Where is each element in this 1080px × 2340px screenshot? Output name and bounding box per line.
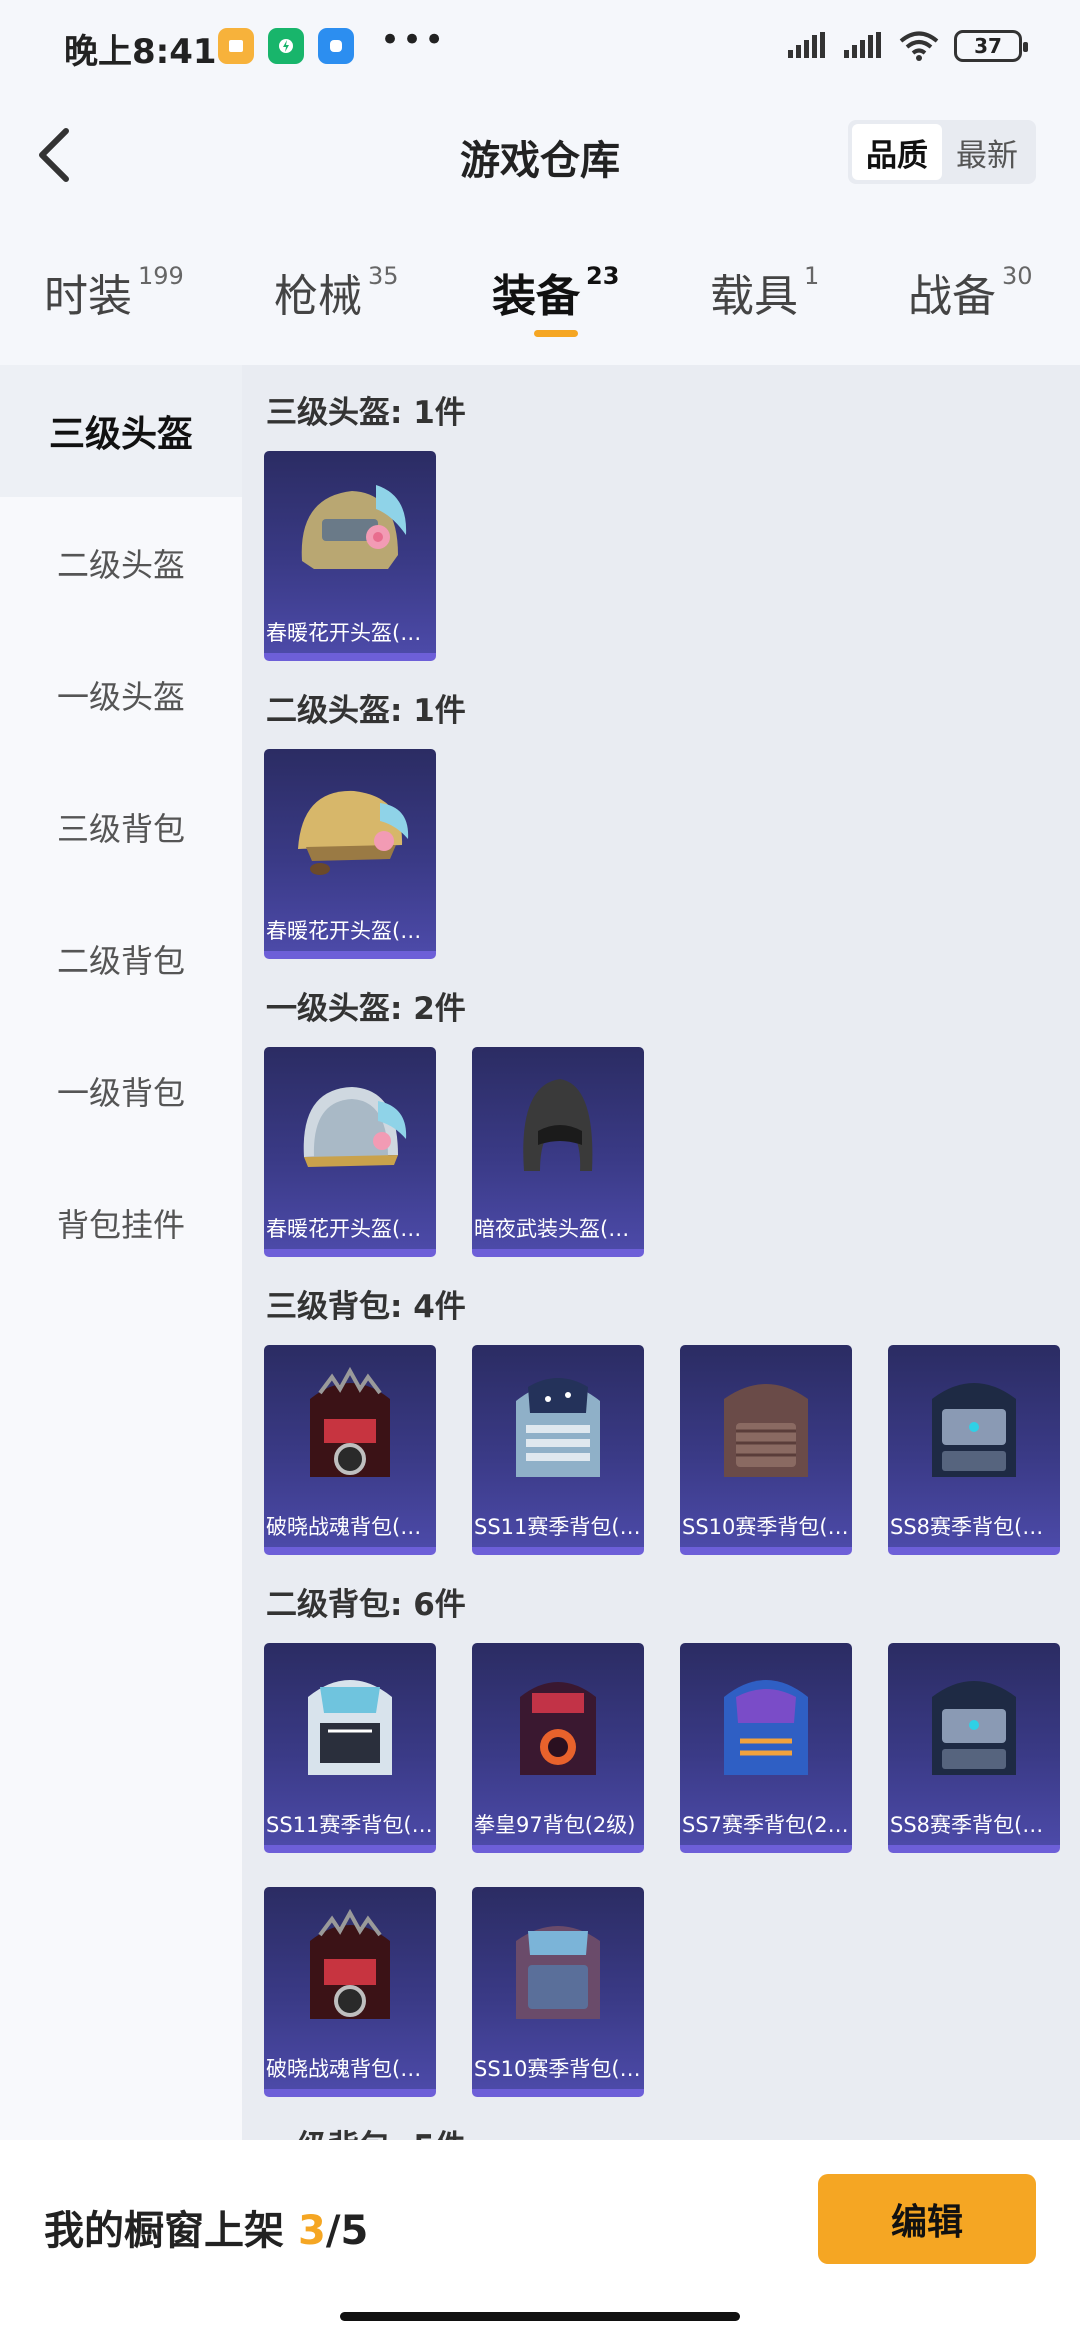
sidebar-item-backpack-1[interactable]: 一级背包 (0, 1025, 242, 1157)
item-name: 春暖花开头盔(… (266, 1217, 422, 1241)
sidebar-item-helmet-3[interactable]: 三级头盔 (0, 365, 242, 497)
sidebar-item-helmet-1[interactable]: 一级头盔 (0, 629, 242, 761)
item-card[interactable]: 拳皇97背包(2级) (472, 1643, 644, 1853)
backpack-icon (516, 1926, 600, 2019)
tab-fashion[interactable]: 时装 199 (44, 260, 184, 324)
item-card[interactable]: 破晓战魂背包(… (264, 1887, 436, 2097)
item-name: 春暖花开头盔(… (266, 621, 422, 645)
item-card[interactable]: SS8赛季背包(… (888, 1345, 1060, 1555)
backpack-icon (724, 1680, 808, 1775)
showcase-status: 我的橱窗上架 3 /5 (44, 2198, 368, 2256)
sort-quality-option[interactable]: 品质 (852, 124, 942, 180)
item-name: SS7赛季背包(2… (682, 1813, 849, 1837)
item-card[interactable]: SS10赛季背包(… (680, 1345, 852, 1555)
item-name: 破晓战魂背包(… (266, 1515, 422, 1539)
section-title: 三级头盔: 1件 (266, 395, 466, 431)
inventory-content: 三级头盔: 1件 春暖花开头盔(… 二级头盔: 1件 春暖花开头盔(… 一级头盔… (242, 365, 1080, 2140)
section-title: 二级背包: 6件 (266, 1587, 466, 1623)
tab-label: 载具 (710, 271, 798, 322)
showcase-current-count: 3 (298, 2208, 326, 2254)
showcase-total-count: /5 (325, 2208, 369, 2254)
sidebar: 三级头盔 二级头盔 一级头盔 三级背包 二级背包 一级背包 背包挂件 (0, 365, 242, 2140)
edit-button[interactable]: 编辑 (818, 2174, 1036, 2264)
tab-count: 23 (586, 262, 620, 290)
backpack-icon (520, 1682, 596, 1775)
tab-supplies[interactable]: 战备 30 (908, 260, 1033, 324)
backpack-icon (932, 1681, 1016, 1775)
tab-equipment[interactable]: 装备 23 (492, 260, 619, 324)
category-tabs: 时装 199 枪械 35 装备 23 载具 1 战备 30 (0, 220, 1080, 365)
tab-vehicles[interactable]: 载具 1 (710, 260, 819, 324)
item-name: SS10赛季背包(… (682, 1515, 849, 1539)
item-card[interactable]: SS11赛季背包(… (264, 1643, 436, 1853)
bottom-bar: 我的橱窗上架 3 /5 编辑 (0, 2140, 1080, 2340)
tab-count: 1 (804, 262, 820, 290)
item-name: SS10赛季背包(… (474, 2057, 641, 2081)
sidebar-item-backpack-pendant[interactable]: 背包挂件 (0, 1157, 242, 1289)
section-title: 二级头盔: 1件 (266, 693, 466, 729)
wifi-icon (899, 31, 939, 61)
backpack-icon (932, 1383, 1016, 1477)
section-title: 一级头盔: 2件 (266, 991, 466, 1027)
item-card[interactable]: 春暖花开头盔(… (264, 451, 436, 661)
item-name: SS8赛季背包(… (890, 1515, 1044, 1539)
status-time: 晚上8:41 (64, 32, 217, 72)
item-name: SS11赛季背包(… (266, 1813, 433, 1837)
sidebar-item-backpack-2[interactable]: 二级背包 (0, 893, 242, 1025)
backpack-icon (308, 1680, 392, 1775)
home-indicator[interactable] (340, 2312, 740, 2321)
bubble-app-icon (318, 28, 354, 64)
active-tab-indicator (534, 330, 578, 337)
backpack-icon (724, 1384, 808, 1477)
item-card[interactable]: SS10赛季背包(… (472, 1887, 644, 2097)
item-name: 春暖花开头盔(… (266, 919, 422, 943)
backpack-icon (516, 1378, 600, 1477)
item-card[interactable]: 暗夜武装头盔(… (472, 1047, 644, 1257)
sidebar-item-helmet-2[interactable]: 二级头盔 (0, 497, 242, 629)
helmet-icon (301, 485, 407, 569)
cellular-signal-icon (788, 32, 825, 58)
item-name: 破晓战魂背包(… (266, 2057, 422, 2081)
battery-icon: 37 (954, 30, 1028, 62)
item-card[interactable]: SS7赛季背包(2… (680, 1643, 852, 1853)
item-card[interactable]: SS8赛季背包(… (888, 1643, 1060, 1853)
backpack-icon (310, 1366, 390, 1477)
item-card[interactable]: 春暖花开头盔(… (264, 1047, 436, 1257)
item-name: SS8赛季背包(… (890, 1813, 1044, 1837)
sort-newest-option[interactable]: 最新 (942, 124, 1032, 180)
sidebar-item-backpack-3[interactable]: 三级背包 (0, 761, 242, 893)
helmet-icon (303, 1087, 407, 1167)
tab-label: 装备 (492, 271, 580, 322)
item-name: 暗夜武装头盔(… (474, 1217, 630, 1241)
helmet-icon (298, 790, 409, 875)
item-name: SS11赛季背包(… (474, 1515, 641, 1539)
header: 游戏仓库 品质 最新 (0, 90, 1080, 220)
backpack-icon (310, 1908, 390, 2019)
tab-label: 战备 (908, 271, 996, 322)
item-card[interactable]: SS11赛季背包(… (472, 1345, 644, 1555)
cellular-signal-2-icon (844, 32, 881, 58)
sort-toggle: 品质 最新 (848, 120, 1036, 184)
section-title: 一级背包: 5件 (266, 2121, 466, 2140)
item-card[interactable]: 破晓战魂背包(… (264, 1345, 436, 1555)
section-title: 三级背包: 4件 (266, 1289, 466, 1325)
showcase-label: 我的橱窗上架 (44, 2208, 284, 2254)
helmet-icon (523, 1079, 593, 1171)
power-app-icon (268, 28, 304, 64)
status-bar: 晚上8:41 ••• 37 (0, 0, 1080, 90)
battery-level: 37 (974, 34, 1002, 58)
notes-app-icon (218, 28, 254, 64)
item-card[interactable]: 春暖花开头盔(… (264, 749, 436, 959)
tab-count: 199 (138, 262, 184, 290)
tab-count: 35 (368, 262, 399, 290)
tab-label: 枪械 (274, 271, 362, 322)
tab-guns[interactable]: 枪械 35 (274, 260, 399, 324)
tab-count: 30 (1002, 262, 1033, 290)
item-name: 拳皇97背包(2级) (474, 1813, 636, 1837)
more-notifications-icon: ••• (380, 20, 447, 60)
tab-label: 时装 (44, 271, 132, 322)
